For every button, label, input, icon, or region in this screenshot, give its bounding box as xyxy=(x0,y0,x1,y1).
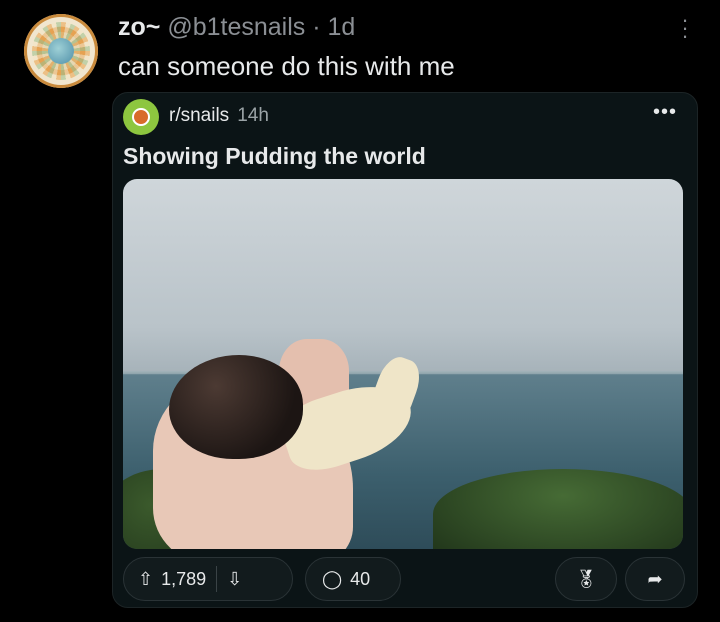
trees-right xyxy=(433,469,683,549)
comment-count: 40 xyxy=(350,568,371,589)
subreddit-line: r/snails 14h xyxy=(169,105,269,127)
post-image[interactable] xyxy=(123,179,683,549)
share-button[interactable]: ➦ xyxy=(625,557,685,601)
share-icon: ➦ xyxy=(647,569,663,589)
comments-button[interactable]: ◯ 40 xyxy=(305,557,401,601)
award-button[interactable]: 🏅︎ xyxy=(555,557,617,601)
arrow-up-icon[interactable]: ⇧ xyxy=(138,570,153,588)
post-title[interactable]: Showing Pudding the world xyxy=(123,143,426,170)
tweet-time[interactable]: 1d xyxy=(328,13,356,41)
author-handle[interactable]: @b1tesnails xyxy=(167,13,305,41)
more-horizontal-icon[interactable]: ••• xyxy=(653,101,677,124)
snail-icon xyxy=(132,108,150,126)
globe-icon xyxy=(48,38,74,64)
post-actions: ⇧ 1,789 ⇩ ◯ 40 🏅︎ ➦ xyxy=(123,557,687,601)
tweet-text: can someone do this with me xyxy=(118,51,455,81)
upvote-count: 1,789 xyxy=(161,568,207,589)
vote-control: ⇧ 1,789 ⇩ xyxy=(123,557,293,601)
subreddit-icon[interactable] xyxy=(123,99,159,135)
arrow-down-icon[interactable]: ⇩ xyxy=(227,570,242,588)
vote-divider xyxy=(216,566,218,592)
snail-shell-image xyxy=(169,355,303,459)
snail-neck xyxy=(364,352,426,432)
more-vertical-icon[interactable]: · · · xyxy=(680,9,690,47)
subreddit-name[interactable]: r/snails xyxy=(169,105,229,126)
timestamp-separator: · xyxy=(305,13,328,41)
tweet-header: zo~ @b1tesnails · 1d xyxy=(118,12,355,42)
user-avatar[interactable] xyxy=(24,14,98,88)
comment-bubble-icon: ◯ xyxy=(322,569,343,589)
award-icon: 🏅︎ xyxy=(574,569,598,589)
embedded-reddit-post[interactable]: r/snails 14h ••• Showing Pudding the worl… xyxy=(112,92,698,608)
snail-emoji-icon: ~ xyxy=(145,13,161,41)
author-name[interactable]: zo xyxy=(118,13,146,41)
post-time: 14h xyxy=(237,105,269,126)
